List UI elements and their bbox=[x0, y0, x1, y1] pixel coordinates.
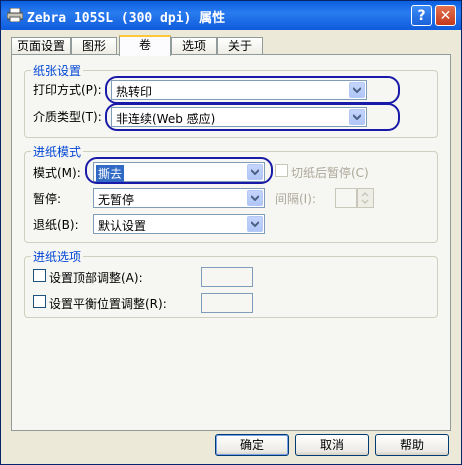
balance-adjust-label: 设置平衡位置调整(R): bbox=[49, 297, 167, 311]
backfeed-label: 退纸(B): bbox=[33, 218, 79, 232]
printer-icon bbox=[7, 8, 23, 22]
chevron-down-icon bbox=[349, 109, 365, 125]
backfeed-select[interactable]: 默认设置 bbox=[93, 214, 265, 234]
media-type-select[interactable]: 非连续(Web 感应) bbox=[111, 107, 367, 127]
interval-spinner[interactable] bbox=[357, 188, 374, 208]
interval-field[interactable] bbox=[335, 188, 357, 208]
balance-adjust-field[interactable] bbox=[201, 293, 253, 313]
properties-dialog: Zebra 105SL (300 dpi) 属性 ? ✕ 页面设置 图形 卷 选… bbox=[0, 0, 462, 465]
mode-value: 撕去 bbox=[96, 165, 125, 182]
backfeed-value: 默认设置 bbox=[98, 219, 147, 233]
help-question-button[interactable]: ? bbox=[411, 5, 432, 26]
top-adjust-label: 设置顶部调整(A): bbox=[49, 271, 143, 285]
tab-graphics[interactable]: 图形 bbox=[71, 37, 117, 54]
ok-button[interactable]: 确定 bbox=[215, 434, 289, 456]
pause-select[interactable]: 无暂停 bbox=[93, 188, 265, 208]
chevron-down-icon bbox=[247, 216, 263, 232]
tab-about[interactable]: 关于 bbox=[217, 37, 263, 54]
mode-select[interactable]: 撕去 bbox=[93, 162, 265, 182]
feed-mode-legend: 进纸模式 bbox=[31, 143, 84, 160]
interval-label: 间隔(I): bbox=[275, 192, 316, 206]
media-type-label: 介质类型(T): bbox=[33, 110, 102, 124]
tab-options[interactable]: 选项 bbox=[171, 37, 217, 54]
tab-panel-roll: 纸张设置 打印方式(P): 热转印 介质类型(T): 非连续(Web 感应) 进… bbox=[11, 54, 451, 431]
feed-mode-group: 进纸模式 模式(M): 撕去 切纸后暂停(C) 暂停: 无暂停 间隔(I): 退… bbox=[24, 143, 438, 243]
window-title: Zebra 105SL (300 dpi) 属性 bbox=[27, 11, 226, 26]
chevron-down-icon bbox=[247, 164, 263, 180]
mode-label: 模式(M): bbox=[33, 166, 81, 180]
print-method-value: 热转印 bbox=[116, 85, 153, 99]
pause-label: 暂停: bbox=[33, 192, 62, 206]
feed-options-legend: 进纸选项 bbox=[31, 248, 84, 265]
print-method-select[interactable]: 热转印 bbox=[111, 80, 367, 100]
cut-pause-checkbox[interactable] bbox=[275, 164, 288, 177]
media-type-value: 非连续(Web 感应) bbox=[116, 112, 216, 126]
paper-settings-group: 纸张设置 打印方式(P): 热转印 介质类型(T): 非连续(Web 感应) bbox=[24, 62, 438, 138]
top-adjust-checkbox[interactable] bbox=[33, 269, 46, 282]
help-button[interactable]: 帮助 bbox=[375, 434, 449, 456]
title-bar[interactable]: Zebra 105SL (300 dpi) 属性 ? ✕ bbox=[1, 1, 461, 30]
chevron-down-icon bbox=[349, 82, 365, 98]
cancel-button[interactable]: 取消 bbox=[295, 434, 369, 456]
spinner-arrows-icon bbox=[361, 191, 369, 205]
cut-pause-label: 切纸后暂停(C) bbox=[291, 166, 369, 180]
print-method-label: 打印方式(P): bbox=[33, 83, 102, 97]
pause-value: 无暂停 bbox=[98, 193, 135, 207]
chevron-down-icon bbox=[247, 190, 263, 206]
paper-settings-legend: 纸张设置 bbox=[31, 62, 84, 79]
top-adjust-field[interactable] bbox=[201, 267, 253, 287]
feed-options-group: 进纸选项 设置顶部调整(A): 设置平衡位置调整(R): bbox=[24, 248, 438, 318]
close-button[interactable]: ✕ bbox=[435, 5, 456, 26]
tab-roll[interactable]: 卷 bbox=[119, 35, 171, 56]
balance-adjust-checkbox[interactable] bbox=[33, 295, 46, 308]
tab-page-setup[interactable]: 页面设置 bbox=[11, 37, 71, 54]
